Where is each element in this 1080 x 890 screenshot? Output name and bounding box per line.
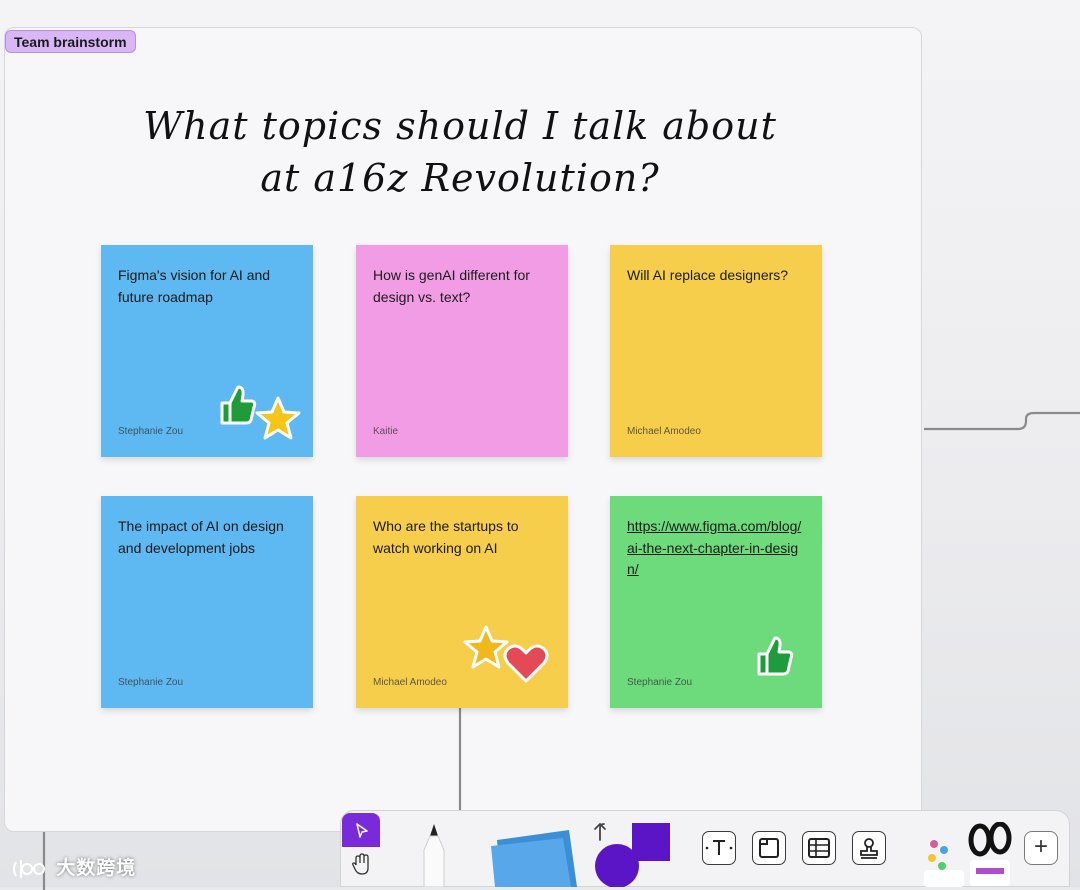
sticky-note[interactable]: https://www.figma.com/blog/ai-the-next-c… bbox=[610, 496, 822, 708]
cursor-icon bbox=[356, 823, 368, 838]
connector-bottom[interactable] bbox=[455, 708, 467, 813]
note-author: Stephanie Zou bbox=[627, 677, 693, 688]
sticky-note[interactable]: Will AI replace designers? Michael Amode… bbox=[610, 245, 822, 457]
stamp-tool-button[interactable] bbox=[852, 831, 886, 865]
heart-icon[interactable] bbox=[502, 641, 550, 685]
connector-right[interactable] bbox=[922, 405, 1080, 435]
text-tool-button[interactable] bbox=[702, 831, 736, 865]
table-icon bbox=[808, 838, 830, 858]
section-tool-button[interactable] bbox=[752, 831, 786, 865]
hand-tool-button[interactable] bbox=[342, 847, 380, 881]
watermark: 大数跨境 bbox=[12, 853, 136, 882]
sticky-note[interactable]: Who are the startups to watch working on… bbox=[356, 496, 568, 708]
headline-line-1: What topics should I talk about bbox=[143, 104, 777, 148]
note-author: Stephanie Zou bbox=[118, 426, 184, 437]
sticky-note[interactable]: How is genAI different for design vs. te… bbox=[356, 245, 568, 457]
more-tools-button[interactable]: + bbox=[1024, 831, 1058, 865]
text-icon bbox=[705, 840, 733, 855]
thumbs-up-icon[interactable] bbox=[753, 634, 795, 678]
note-author: Michael Amodeo bbox=[373, 677, 447, 688]
sticky-note[interactable]: Figma's vision for AI and future roadmap… bbox=[101, 245, 313, 457]
sticky-note-tool[interactable] bbox=[487, 824, 582, 887]
move-tool-button[interactable] bbox=[342, 813, 380, 847]
headline[interactable]: What topics should I talk about at a16z … bbox=[90, 100, 830, 204]
note-text: The impact of AI on design and developme… bbox=[118, 518, 284, 556]
note-author: Stephanie Zou bbox=[118, 677, 184, 688]
note-text: Figma's vision for AI and future roadmap bbox=[118, 267, 271, 305]
section-icon bbox=[759, 838, 779, 858]
thumbs-up-icon[interactable] bbox=[216, 383, 258, 427]
headline-line-2: at a16z Revolution? bbox=[260, 156, 660, 200]
sticky-note[interactable]: The impact of AI on design and developme… bbox=[101, 496, 313, 708]
watermark-text: 大数跨境 bbox=[56, 858, 137, 879]
logo-icon bbox=[13, 859, 45, 878]
shapes-tool[interactable] bbox=[590, 818, 672, 887]
note-text: Who are the startups to watch working on… bbox=[373, 518, 519, 556]
table-tool-button[interactable] bbox=[802, 831, 836, 865]
stamp-icon bbox=[860, 838, 878, 859]
note-author: Kaitie bbox=[373, 426, 399, 437]
hand-icon bbox=[352, 853, 369, 875]
note-text: Will AI replace designers? bbox=[627, 267, 789, 283]
note-text: How is genAI different for design vs. te… bbox=[373, 267, 530, 305]
note-author: Michael Amodeo bbox=[627, 426, 701, 437]
note-link[interactable]: https://www.figma.com/blog/ai-the-next-c… bbox=[627, 516, 807, 581]
stickers-tool[interactable] bbox=[920, 822, 1016, 887]
section-label[interactable]: Team brainstorm bbox=[5, 30, 136, 53]
star-icon[interactable] bbox=[255, 395, 301, 441]
pen-tool[interactable] bbox=[414, 822, 454, 887]
